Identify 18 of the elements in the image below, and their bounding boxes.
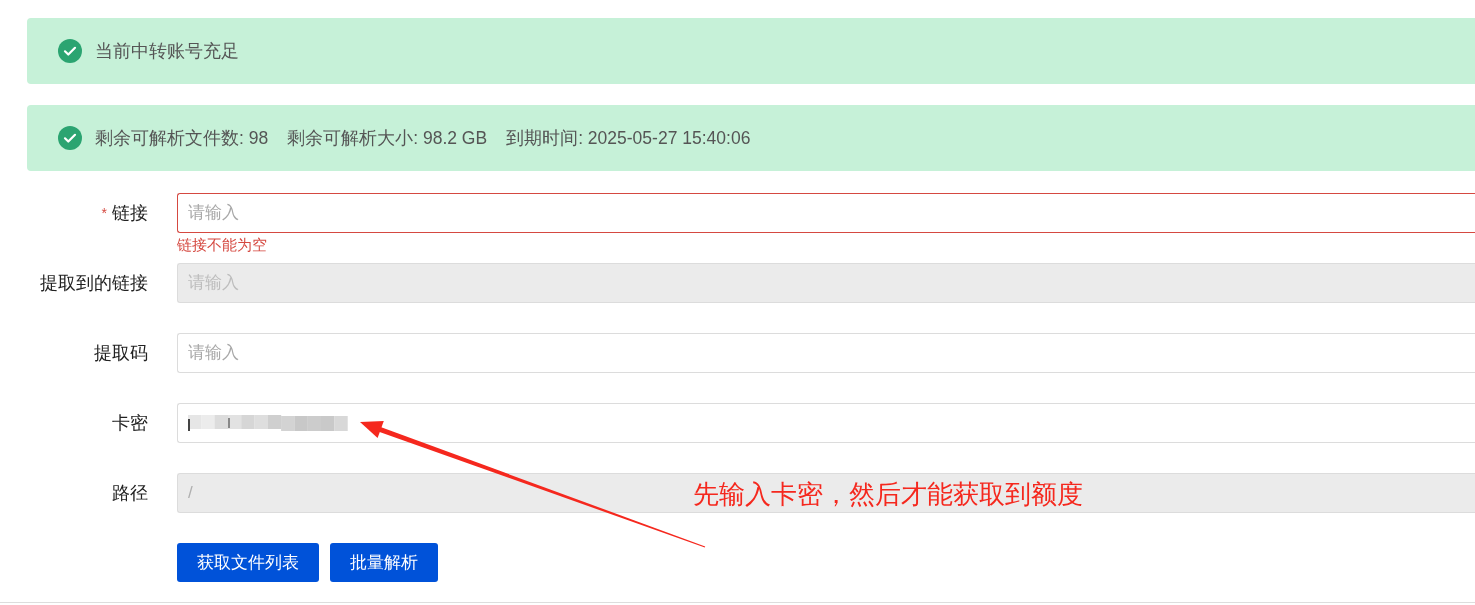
batch-parse-button[interactable]: 批量解析 [330,543,438,582]
card-key-input[interactable] [177,403,1475,443]
annotation-text: 先输入卡密，然后才能获取到额度 [693,478,1083,510]
get-file-list-button[interactable]: 获取文件列表 [177,543,319,582]
field-label: 提取到的链接 [40,271,148,295]
field-label: 卡密 [112,411,148,435]
field-label: 链接 [112,201,148,225]
field-label: 提取码 [94,341,148,365]
success-check-icon [58,126,82,150]
error-message: 链接不能为空 [177,235,267,255]
alert-text: 剩余可解析文件数: 98 [95,126,269,150]
input-field[interactable]: 请输入 [177,193,1475,233]
required-asterisk: * [101,203,107,223]
alert-text: 当前中转账号充足 [95,39,239,63]
success-check-icon [58,39,82,63]
alert-text: 到期时间: 2025-05-27 15:40:06 [506,126,751,150]
field-label: 路径 [112,481,148,505]
alert-text: 剩余可解析大小: 98.2 GB [287,126,488,150]
